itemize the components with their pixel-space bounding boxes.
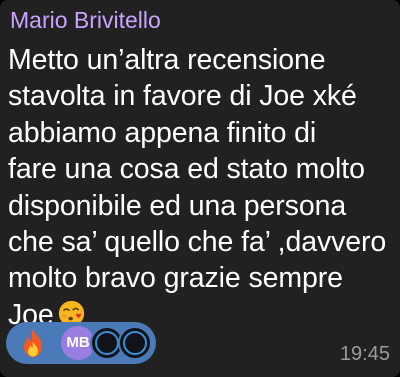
- message-line: molto bravo grazie sempre: [8, 262, 343, 295]
- reaction-pill[interactable]: MB: [6, 322, 156, 364]
- message-line: disponibile ed una persona: [8, 189, 347, 222]
- message-line: che sa’ quello che fa’ ,davvero: [8, 226, 387, 259]
- message-line: abbiamo appena finito di: [8, 116, 317, 149]
- message-line: Metto un’altra recensione: [8, 44, 326, 76]
- avatar-ring-icon: [95, 331, 119, 355]
- fire-icon: [20, 328, 46, 358]
- avatar-ring-icon: [123, 331, 147, 355]
- message-line: fare una cosa ed stato molto: [8, 153, 365, 186]
- message-bubble[interactable]: Mario Brivitello Metto un’altra recensio…: [0, 0, 400, 377]
- message-text: Metto un’altra recensione stavolta in fa…: [8, 42, 392, 333]
- message-timestamp: 19:45: [339, 343, 390, 365]
- message-line: stavolta in favore di Joe xké: [8, 80, 357, 113]
- avatar[interactable]: [118, 326, 152, 360]
- sender-name[interactable]: Mario Brivitello: [10, 4, 161, 36]
